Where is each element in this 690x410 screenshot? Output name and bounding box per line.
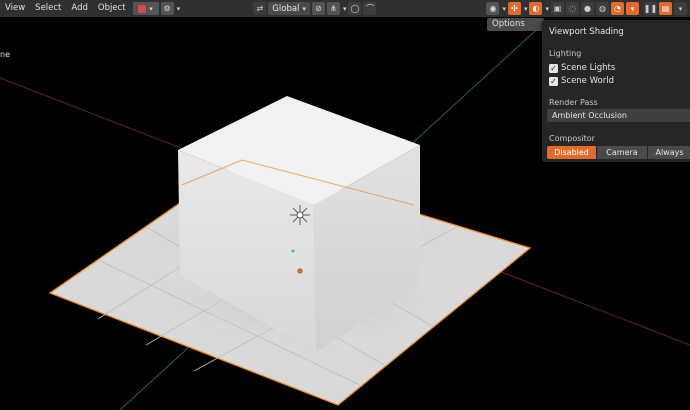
shading-options-dropdown[interactable]: ▾	[626, 2, 639, 15]
transform-pivot-button[interactable]: ⚙	[160, 2, 174, 15]
overlays-toggle-button[interactable]: ◐	[529, 2, 543, 15]
xray-toggle-button[interactable]: ▣	[551, 2, 564, 15]
scene-world-label: Scene World	[561, 76, 614, 86]
chevron-down-icon: ▾	[630, 4, 635, 13]
viewport-shading-popover: Viewport Shading Lighting ✓ Scene Lights…	[542, 20, 690, 162]
render-pass-select[interactable]: Ambient Occlusion	[547, 109, 690, 122]
editor-type-button[interactable]: ▤	[659, 2, 672, 15]
falloff-curve-icon: ⌒	[365, 4, 374, 13]
chevron-down-icon: ▾	[678, 4, 683, 13]
rendered-sphere-icon: ◔	[614, 4, 621, 13]
view-object-types-button[interactable]: ◉	[486, 2, 500, 15]
menu-object[interactable]: Object	[93, 0, 131, 17]
light-gizmo	[290, 205, 310, 225]
chevron-down-icon[interactable]: ▾	[177, 5, 181, 13]
menu-view[interactable]: View	[0, 0, 30, 17]
chevron-down-icon[interactable]: ▾	[343, 5, 347, 13]
shading-wireframe-button[interactable]: ◌	[566, 2, 579, 15]
magnet-icon: ⋔	[330, 4, 337, 13]
lighting-section-label: Lighting	[549, 49, 582, 58]
compositor-option-disabled[interactable]: Disabled	[547, 146, 596, 159]
axes-icon: ⇄	[256, 4, 264, 13]
mode-dropdown[interactable]: ▾	[132, 2, 159, 15]
toggle-pause-button[interactable]: ❚❚	[644, 2, 657, 15]
film-icon: ▤	[661, 4, 670, 13]
falloff-button[interactable]: ⌒	[363, 2, 377, 15]
menu-add[interactable]: Add	[66, 0, 92, 17]
link-icon: ⊘	[315, 4, 322, 13]
circle-icon: ◯	[350, 4, 360, 13]
material-sphere-icon: ◍	[599, 4, 606, 13]
chevron-down-icon: ▾	[149, 4, 153, 13]
eye-icon: ◉	[489, 4, 497, 13]
object-origin	[291, 249, 295, 253]
shading-material-button[interactable]: ◍	[596, 2, 609, 15]
xray-icon: ▣	[553, 4, 562, 13]
scene-world-checkbox[interactable]: ✓ Scene World	[549, 76, 614, 86]
editor-type-dropdown[interactable]: ▾	[674, 2, 687, 15]
proportional-editing-button[interactable]: ◯	[348, 2, 362, 15]
3d-cursor	[297, 268, 303, 274]
pivot-point-button[interactable]: ⊘	[311, 2, 325, 15]
shading-solid-button[interactable]: ●	[581, 2, 594, 15]
compositor-segmented-control: Disabled Camera Always	[547, 146, 690, 159]
gizmo-toggle-button[interactable]: ✣	[507, 2, 521, 15]
transform-icon[interactable]: ⇄	[253, 2, 267, 15]
object-name-label: ne	[0, 50, 10, 59]
orientation-label: Global	[272, 3, 300, 14]
compositor-option-camera[interactable]: Camera	[597, 146, 647, 159]
compositor-section-label: Compositor	[549, 134, 595, 143]
compositor-option-always[interactable]: Always	[648, 146, 690, 159]
checkmark-icon: ✓	[549, 63, 558, 73]
render-pass-section-label: Render Pass	[549, 98, 598, 107]
shading-rendered-button[interactable]: ◔	[611, 2, 624, 15]
options-label: Options	[492, 19, 525, 29]
object-mode-icon	[138, 4, 147, 13]
gear-icon: ⚙	[163, 4, 171, 13]
scene-lights-label: Scene Lights	[561, 63, 616, 73]
overlay-icon: ◐	[532, 4, 540, 13]
popover-title: Viewport Shading	[549, 27, 624, 37]
chevron-down-icon[interactable]: ▾	[502, 5, 506, 13]
chevron-down-icon: ▾	[302, 4, 306, 13]
pause-icon: ❚❚	[643, 4, 658, 13]
solid-sphere-icon: ●	[584, 4, 591, 13]
gizmo-icon: ✣	[511, 4, 518, 13]
viewport-header: View Select Add Object ▾ ⚙ ▾ ⇄ Global ▾ …	[0, 0, 690, 17]
chevron-down-icon[interactable]: ▾	[545, 5, 549, 13]
menu-select[interactable]: Select	[30, 0, 66, 17]
scene-lights-checkbox[interactable]: ✓ Scene Lights	[549, 63, 615, 73]
snap-button[interactable]: ⋔	[326, 2, 340, 15]
wireframe-icon: ◌	[569, 4, 576, 13]
checkmark-icon: ✓	[549, 76, 558, 86]
chevron-down-icon[interactable]: ▾	[524, 5, 528, 13]
orientation-dropdown[interactable]: Global ▾	[268, 2, 310, 15]
